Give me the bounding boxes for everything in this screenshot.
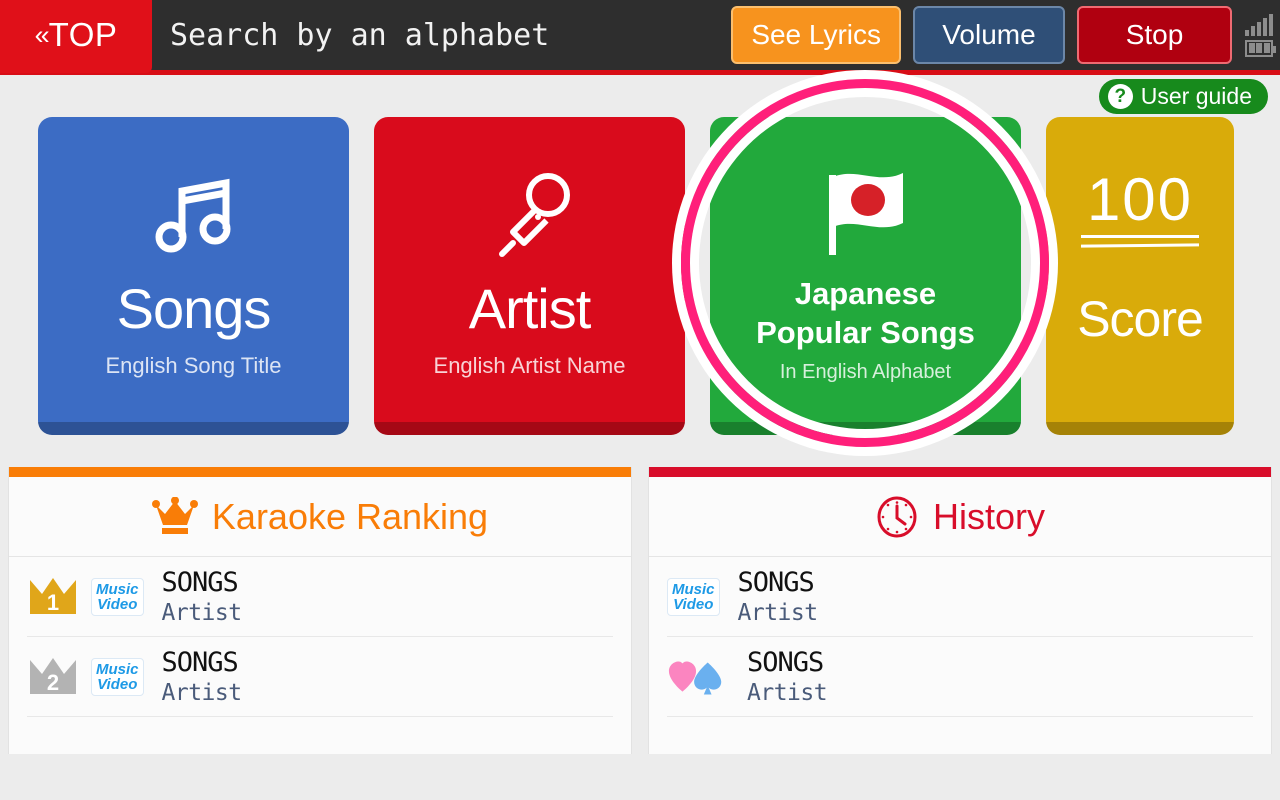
header-button-group: See Lyrics Volume Stop — [731, 6, 1240, 64]
artist-name: Artist — [747, 680, 828, 706]
score-number: 100 — [1080, 165, 1200, 240]
volume-button[interactable]: Volume — [913, 6, 1065, 64]
user-guide-row: ? User guide — [0, 75, 1280, 117]
card-artist-subtitle: English Artist Name — [433, 353, 626, 378]
panel-history: History Music Video SONGS Artist SONGS A… — [648, 467, 1272, 754]
row-text-group: SONGS Artist — [741, 647, 828, 706]
artist-name: Artist — [737, 600, 819, 626]
heart-spade-icons — [667, 658, 729, 696]
see-lyrics-label: See Lyrics — [751, 19, 881, 50]
row-text-group: SONGS Artist — [156, 567, 243, 626]
card-japanese-popular-songs[interactable]: Japanese Popular Songs In English Alphab… — [710, 117, 1021, 435]
panel-karaoke-ranking-title: Karaoke Ranking — [211, 495, 489, 537]
stop-label: Stop — [1125, 19, 1184, 50]
song-title: SONGS — [161, 647, 239, 678]
page-title: Search by an alphabet — [170, 17, 550, 53]
app-header: « TOP Search by an alphabet See Lyrics V… — [0, 0, 1280, 75]
music-video-badge: Music Video — [667, 577, 720, 616]
mv-line2: Video — [673, 595, 714, 613]
microphone-icon — [480, 155, 580, 275]
volume-label: Volume — [942, 19, 1036, 50]
card-artist[interactable]: Artist English Artist Name — [374, 117, 685, 435]
table-row[interactable]: Music Video SONGS Artist — [667, 557, 1253, 637]
row-text-group: SONGS Artist — [732, 567, 819, 626]
rank-badge-silver: 2 — [27, 653, 79, 701]
user-guide-button[interactable]: ? User guide — [1098, 79, 1268, 114]
card-jpop-title-line1: Japanese — [794, 276, 937, 311]
artist-name: Artist — [161, 600, 243, 626]
card-jpop-subtitle: In English Alphabet — [779, 360, 952, 383]
see-lyrics-button[interactable]: See Lyrics — [731, 6, 901, 64]
panel-accent-bar — [9, 467, 631, 477]
music-video-badge: Music Video — [91, 657, 144, 696]
svg-text:1: 1 — [47, 590, 59, 615]
battery-icon — [1245, 39, 1276, 57]
mv-line1: Music — [96, 660, 139, 678]
panel-karaoke-ranking-header: Karaoke Ranking — [9, 477, 631, 557]
card-songs-subtitle: English Song Title — [105, 353, 282, 378]
card-score[interactable]: 100 Score — [1046, 117, 1234, 435]
crown-icon — [151, 496, 198, 534]
stop-button[interactable]: Stop — [1077, 6, 1232, 64]
card-score-title: Score — [1077, 291, 1204, 347]
bottom-panels: Karaoke Ranking 1 Music Video SONGS Arti… — [0, 442, 1280, 754]
card-artist-title: Artist — [468, 277, 592, 340]
card-songs[interactable]: Songs English Song Title — [38, 117, 349, 435]
mv-line1: Music — [672, 580, 715, 598]
song-title: SONGS — [161, 567, 239, 598]
clock-icon — [877, 496, 917, 537]
user-guide-label: User guide — [1140, 83, 1252, 109]
table-row[interactable]: 2 Music Video SONGS Artist — [27, 637, 613, 717]
signal-bars-icon — [1245, 13, 1273, 36]
question-mark-icon: ? — [1107, 84, 1133, 109]
artist-name: Artist — [161, 680, 243, 706]
table-row[interactable]: 1 Music Video SONGS Artist — [27, 557, 613, 637]
top-button-label: TOP — [48, 16, 118, 53]
panel-history-header: History — [649, 477, 1271, 557]
panel-history-title: History — [932, 495, 1045, 537]
panel-karaoke-ranking: Karaoke Ranking 1 Music Video SONGS Arti… — [8, 467, 632, 754]
status-indicators — [1240, 0, 1280, 73]
category-card-row: Songs English Song Title Artist English … — [0, 79, 1280, 447]
back-chevron-icon: « — [34, 19, 50, 50]
row-text-group: SONGS Artist — [156, 647, 243, 706]
song-title: SONGS — [747, 647, 824, 678]
mv-line2: Video — [97, 595, 138, 613]
japan-flag-icon — [811, 155, 921, 275]
card-songs-title: Songs — [116, 277, 272, 340]
table-row[interactable]: SONGS Artist — [667, 637, 1253, 717]
song-title: SONGS — [737, 567, 815, 598]
mv-line1: Music — [96, 580, 139, 598]
music-video-badge: Music Video — [91, 577, 144, 616]
rank-badge-gold: 1 — [27, 573, 79, 621]
score-100-icon: 100 — [1080, 155, 1200, 250]
panel-accent-bar — [649, 467, 1271, 477]
music-note-icon — [144, 155, 244, 275]
top-button[interactable]: « TOP — [0, 0, 152, 73]
mv-line2: Video — [97, 675, 138, 693]
card-jpop-title-line2: Popular Songs — [756, 314, 975, 350]
svg-text:2: 2 — [47, 670, 59, 695]
